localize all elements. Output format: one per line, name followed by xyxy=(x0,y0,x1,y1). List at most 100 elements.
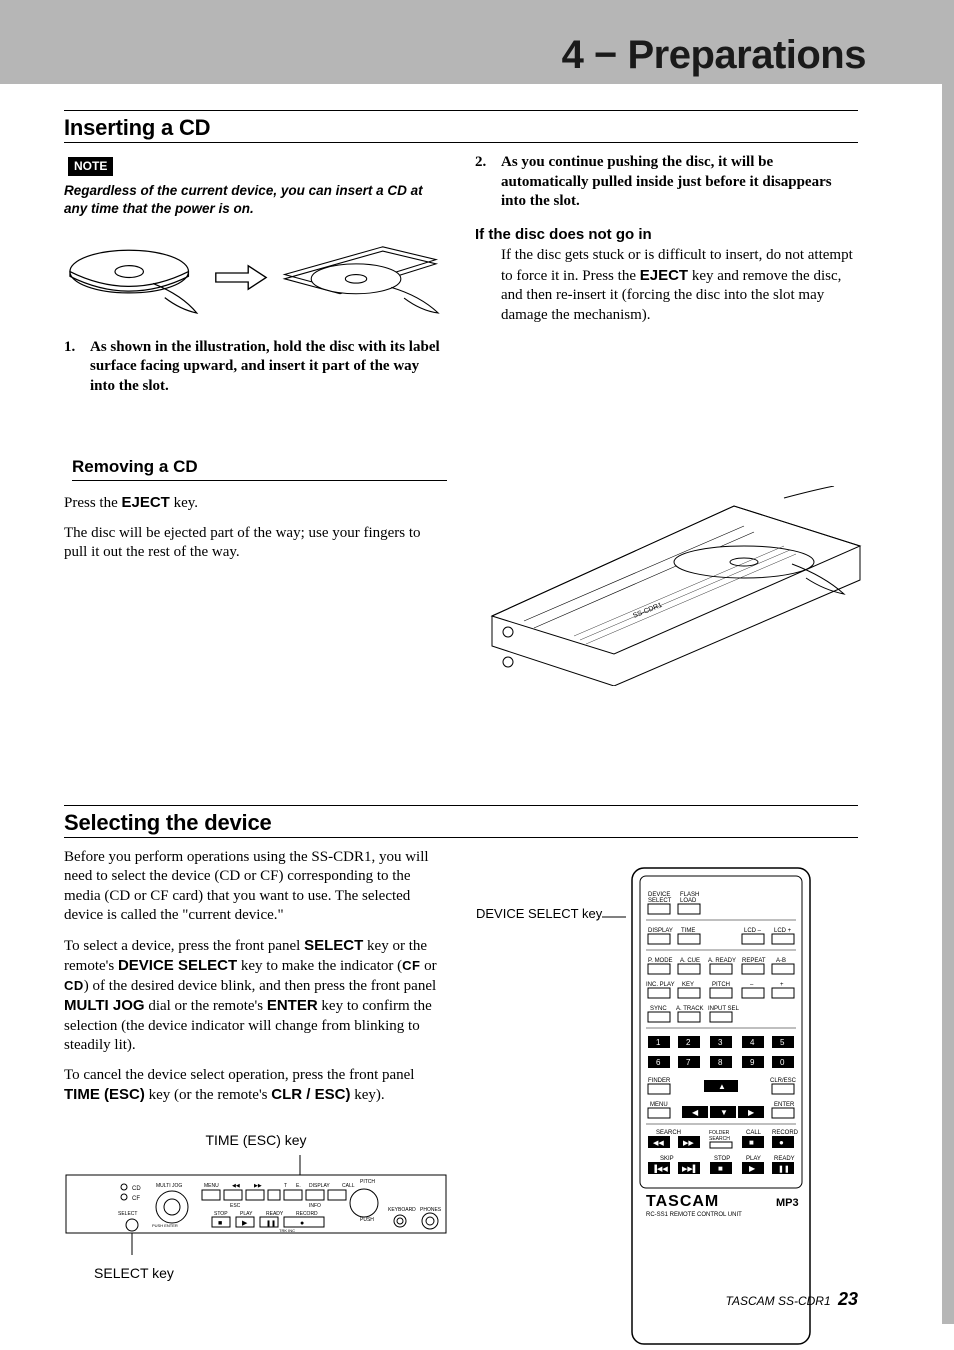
svg-text:E.: E. xyxy=(296,1183,301,1189)
svg-text:ENTER: ENTER xyxy=(774,1102,795,1108)
svg-text:6: 6 xyxy=(656,1058,661,1067)
select-callout: SELECT key xyxy=(64,1265,204,1283)
paragraph: If the disc gets stuck or is difficult t… xyxy=(501,246,858,325)
svg-text:READY: READY xyxy=(266,1211,284,1217)
svg-text:2: 2 xyxy=(686,1038,691,1047)
svg-text:PITCH: PITCH xyxy=(712,982,730,988)
svg-text:MENU: MENU xyxy=(204,1183,219,1189)
disc-icon xyxy=(64,236,206,319)
svg-text:CD: CD xyxy=(132,1186,141,1192)
svg-text:▶▶: ▶▶ xyxy=(254,1183,262,1189)
insert-icon xyxy=(276,234,447,319)
svg-text:1: 1 xyxy=(656,1038,661,1047)
svg-text:●: ● xyxy=(300,1220,304,1227)
svg-text:STOP: STOP xyxy=(214,1211,228,1217)
svg-text:A. CUE: A. CUE xyxy=(680,958,700,964)
svg-text:A. TRACK: A. TRACK xyxy=(676,1006,704,1012)
svg-text:SELECT: SELECT xyxy=(648,898,672,904)
svg-text:SELECT: SELECT xyxy=(118,1211,137,1217)
svg-text:TASCAM: TASCAM xyxy=(646,1193,719,1210)
svg-text:SEARCH: SEARCH xyxy=(709,1136,730,1142)
front-panel-icon: CD CF MULTI JOG MENU ◀◀ ▶▶ T E. xyxy=(64,1155,448,1255)
svg-text:CALL: CALL xyxy=(746,1130,762,1136)
svg-text:ESC: ESC xyxy=(230,1203,241,1209)
section-title: Inserting a CD xyxy=(64,115,210,140)
svg-text:A. READY: A. READY xyxy=(708,958,736,964)
remote-control-icon: DEVICESELECT FLASHLOAD DISPLAY TIME LCD … xyxy=(626,866,816,1346)
paragraph: Before you perform operations using the … xyxy=(64,848,448,926)
thumb-tab xyxy=(942,84,954,1324)
section-heading: Inserting a CD xyxy=(64,110,858,143)
svg-text:●: ● xyxy=(779,1138,784,1147)
svg-text:▶▶: ▶▶ xyxy=(683,1140,694,1147)
svg-text:T: T xyxy=(284,1183,287,1189)
svg-text:◀: ◀ xyxy=(692,1108,699,1117)
svg-text:RECORD: RECORD xyxy=(296,1211,318,1217)
svg-text:PUSH: PUSH xyxy=(360,1217,374,1223)
paragraph: Press the EJECT key. xyxy=(64,493,447,514)
svg-text:RECORD: RECORD xyxy=(772,1130,799,1136)
svg-text:INC. PLAY: INC. PLAY xyxy=(646,982,675,988)
svg-text:▲: ▲ xyxy=(718,1082,726,1091)
svg-text:LOAD: LOAD xyxy=(680,898,697,904)
svg-text:A-B: A-B xyxy=(776,958,786,964)
svg-text:DISPLAY: DISPLAY xyxy=(309,1183,330,1189)
header-banner: 4 − Preparations xyxy=(0,0,954,84)
svg-text:KEY: KEY xyxy=(682,982,694,988)
subheading: If the disc does not go in xyxy=(475,226,858,245)
arrow-icon xyxy=(214,264,268,291)
svg-text:STOP: STOP xyxy=(714,1156,730,1162)
time-esc-callout: TIME (ESC) key xyxy=(64,1132,448,1150)
svg-text:LCD –: LCD – xyxy=(744,928,762,934)
section-title: Selecting the device xyxy=(64,810,272,835)
eject-figure: SS-CDR1 xyxy=(484,486,864,691)
paragraph: The disc will be ejected part of the way… xyxy=(64,524,447,563)
svg-text:–: – xyxy=(750,982,754,988)
svg-text:TRK INC: TRK INC xyxy=(279,1228,295,1233)
step-1: 1. As shown in the illustration, hold th… xyxy=(64,338,447,397)
svg-text:INPUT SEL: INPUT SEL xyxy=(708,1006,740,1012)
svg-text:5: 5 xyxy=(780,1038,785,1047)
svg-text:SYNC: SYNC xyxy=(650,1006,667,1012)
svg-text:MENU: MENU xyxy=(650,1102,668,1108)
svg-text:CLR/ESC: CLR/ESC xyxy=(770,1078,797,1084)
svg-text:TIME: TIME xyxy=(681,928,695,934)
svg-text:+: + xyxy=(780,982,784,988)
step-text: As you continue pushing the disc, it wil… xyxy=(501,153,858,212)
device-select-callout: DEVICE SELECT key xyxy=(476,906,602,922)
paragraph: To select a device, press the front pane… xyxy=(64,936,448,1056)
svg-text:4: 4 xyxy=(750,1038,755,1047)
cd-player-icon: SS-CDR1 xyxy=(484,486,864,686)
svg-text:RC-SS1 REMOTE CONTROL UNIT: RC-SS1 REMOTE CONTROL UNIT xyxy=(646,1212,742,1218)
section-heading: Selecting the device xyxy=(64,805,858,838)
svg-text:PHONES: PHONES xyxy=(420,1207,442,1213)
paragraph: To cancel the device select operation, p… xyxy=(64,1066,448,1106)
svg-text:❚❚: ❚❚ xyxy=(266,1220,276,1227)
svg-text:▶▶▌: ▶▶▌ xyxy=(682,1164,698,1174)
svg-text:▶: ▶ xyxy=(242,1220,248,1227)
remote-figure: DEVICE SELECT key DEVICESELECT FLASHLOAD xyxy=(476,866,858,1346)
svg-text:CF: CF xyxy=(132,1196,140,1202)
svg-text:3: 3 xyxy=(718,1038,723,1047)
svg-text:SEARCH: SEARCH xyxy=(656,1130,681,1136)
svg-text:0: 0 xyxy=(780,1058,785,1067)
step-2: 2. As you continue pushing the disc, it … xyxy=(475,153,858,212)
svg-text:▼: ▼ xyxy=(720,1108,728,1117)
svg-text:KEYBOARD: KEYBOARD xyxy=(388,1207,416,1213)
svg-text:❚❚: ❚❚ xyxy=(778,1165,790,1173)
svg-text:READY: READY xyxy=(774,1156,795,1162)
svg-text:■: ■ xyxy=(749,1138,754,1147)
svg-text:PLAY: PLAY xyxy=(240,1211,253,1217)
svg-text:PITCH: PITCH xyxy=(360,1179,375,1185)
svg-text:▐◀◀: ▐◀◀ xyxy=(652,1164,668,1174)
svg-text:7: 7 xyxy=(686,1058,691,1067)
svg-text:SKIP: SKIP xyxy=(660,1156,674,1162)
svg-text:MP3: MP3 xyxy=(776,1197,799,1209)
svg-text:PUSH ENTER: PUSH ENTER xyxy=(152,1223,178,1228)
page-footer: TASCAM SS-CDR1 23 xyxy=(726,1289,859,1310)
note-text: Regardless of the current device, you ca… xyxy=(64,182,447,218)
svg-text:8: 8 xyxy=(718,1058,723,1067)
step-text: As shown in the illustration, hold the d… xyxy=(90,338,447,397)
step-number: 1. xyxy=(64,338,90,397)
subsection-title: Removing a CD xyxy=(72,457,198,476)
